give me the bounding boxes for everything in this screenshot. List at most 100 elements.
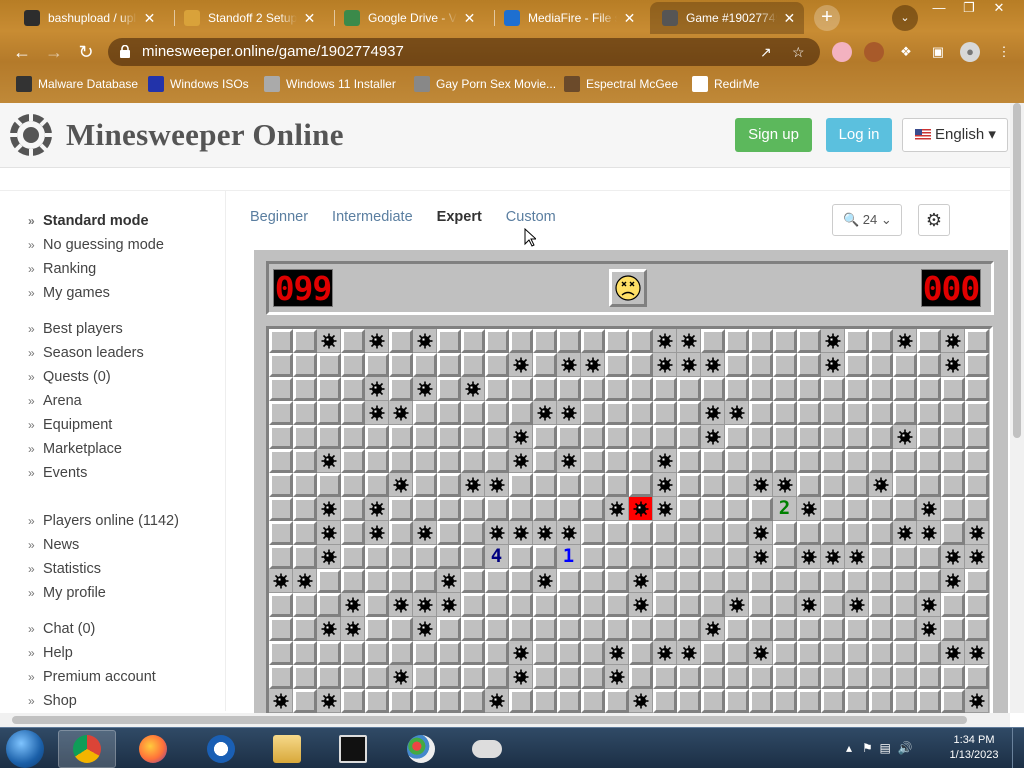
hidden-cell[interactable] — [701, 377, 725, 401]
hidden-cell[interactable] — [821, 401, 845, 425]
hidden-cell[interactable] — [845, 521, 869, 545]
hidden-cell[interactable] — [917, 425, 941, 449]
hidden-cell[interactable] — [725, 353, 749, 377]
hidden-cell[interactable] — [725, 377, 749, 401]
hidden-cell[interactable] — [389, 449, 413, 473]
mine-cell[interactable] — [653, 473, 677, 497]
hidden-cell[interactable] — [293, 353, 317, 377]
hidden-cell[interactable] — [461, 665, 485, 689]
hidden-cell[interactable] — [677, 545, 701, 569]
hidden-cell[interactable] — [869, 641, 893, 665]
hidden-cell[interactable] — [845, 641, 869, 665]
hidden-cell[interactable] — [773, 377, 797, 401]
hidden-cell[interactable] — [965, 401, 989, 425]
hidden-cell[interactable] — [485, 569, 509, 593]
hidden-cell[interactable] — [317, 353, 341, 377]
hidden-cell[interactable] — [869, 689, 893, 713]
hidden-cell[interactable] — [437, 377, 461, 401]
site-logo[interactable]: Minesweeper Online — [8, 112, 344, 158]
mine-cell[interactable] — [845, 593, 869, 617]
hidden-cell[interactable] — [581, 377, 605, 401]
hidden-cell[interactable] — [869, 665, 893, 689]
hidden-cell[interactable] — [581, 689, 605, 713]
hidden-cell[interactable] — [821, 593, 845, 617]
hidden-cell[interactable] — [869, 545, 893, 569]
hidden-cell[interactable] — [557, 617, 581, 641]
mine-cell[interactable] — [821, 545, 845, 569]
hidden-cell[interactable] — [701, 449, 725, 473]
hidden-cell[interactable] — [293, 401, 317, 425]
hidden-cell[interactable] — [893, 473, 917, 497]
tab-close-icon[interactable]: ✕ — [463, 10, 476, 27]
difficulty-tab[interactable]: Intermediate — [332, 209, 413, 225]
mine-cell[interactable] — [869, 473, 893, 497]
hidden-cell[interactable] — [749, 497, 773, 521]
hidden-cell[interactable] — [389, 617, 413, 641]
minimize-button[interactable]: — — [924, 0, 954, 18]
sidebar-item[interactable]: » News — [28, 533, 179, 557]
hidden-cell[interactable] — [629, 641, 653, 665]
browser-tab[interactable]: MediaFire - File s ✕ — [492, 2, 644, 34]
hidden-cell[interactable] — [437, 641, 461, 665]
hidden-cell[interactable] — [821, 425, 845, 449]
sign-up-button[interactable]: Sign up — [735, 118, 812, 152]
hidden-cell[interactable] — [605, 569, 629, 593]
hidden-cell[interactable] — [413, 449, 437, 473]
vertical-scrollbar[interactable] — [1010, 103, 1024, 713]
hidden-cell[interactable] — [653, 425, 677, 449]
hidden-cell[interactable] — [293, 329, 317, 353]
hidden-cell[interactable] — [773, 521, 797, 545]
mine-cell[interactable] — [965, 521, 989, 545]
hidden-cell[interactable] — [893, 617, 917, 641]
hidden-cell[interactable] — [701, 593, 725, 617]
mine-cell[interactable] — [437, 569, 461, 593]
horizontal-scroll-thumb[interactable] — [12, 716, 967, 724]
mine-cell[interactable] — [269, 689, 293, 713]
hidden-cell[interactable] — [629, 425, 653, 449]
sidebar-item[interactable]: » Season leaders — [28, 341, 144, 365]
hidden-cell[interactable] — [341, 377, 365, 401]
hidden-cell[interactable] — [701, 689, 725, 713]
address-bar[interactable]: minesweeper.online/game/1902774937 ↗ ☆ — [108, 38, 820, 66]
horizontal-scrollbar[interactable] — [0, 713, 1010, 727]
hidden-cell[interactable] — [341, 473, 365, 497]
mine-cell[interactable] — [365, 497, 389, 521]
hidden-cell[interactable] — [389, 689, 413, 713]
hidden-cell[interactable] — [317, 377, 341, 401]
hidden-cell[interactable] — [389, 377, 413, 401]
extension-avatar-icon[interactable] — [864, 42, 884, 62]
hidden-cell[interactable] — [557, 689, 581, 713]
hidden-cell[interactable] — [773, 617, 797, 641]
hidden-cell[interactable] — [725, 641, 749, 665]
hidden-cell[interactable] — [341, 641, 365, 665]
mine-cell[interactable] — [653, 497, 677, 521]
hidden-cell[interactable] — [437, 689, 461, 713]
hidden-cell[interactable] — [893, 449, 917, 473]
hidden-cell[interactable] — [341, 689, 365, 713]
hidden-cell[interactable] — [917, 665, 941, 689]
mine-cell[interactable] — [629, 569, 653, 593]
hidden-cell[interactable] — [629, 521, 653, 545]
hidden-cell[interactable] — [533, 473, 557, 497]
mine-cell[interactable] — [485, 689, 509, 713]
hidden-cell[interactable] — [965, 473, 989, 497]
hidden-cell[interactable] — [893, 569, 917, 593]
hidden-cell[interactable] — [461, 545, 485, 569]
hidden-cell[interactable] — [365, 569, 389, 593]
hidden-cell[interactable] — [293, 641, 317, 665]
forward-button[interactable]: → — [42, 40, 66, 64]
hidden-cell[interactable] — [533, 617, 557, 641]
hidden-cell[interactable] — [413, 473, 437, 497]
bookmark-item[interactable]: Windows 11 Installer — [264, 76, 396, 92]
hidden-cell[interactable] — [293, 449, 317, 473]
mine-cell[interactable] — [941, 641, 965, 665]
hidden-cell[interactable] — [317, 401, 341, 425]
mine-cell[interactable] — [677, 641, 701, 665]
browser-tab[interactable]: Standoff 2 Setup ✕ — [172, 2, 324, 34]
hidden-cell[interactable] — [965, 353, 989, 377]
hidden-cell[interactable] — [269, 593, 293, 617]
hidden-cell[interactable] — [389, 329, 413, 353]
hidden-cell[interactable] — [437, 353, 461, 377]
hidden-cell[interactable] — [557, 473, 581, 497]
hidden-cell[interactable] — [269, 353, 293, 377]
